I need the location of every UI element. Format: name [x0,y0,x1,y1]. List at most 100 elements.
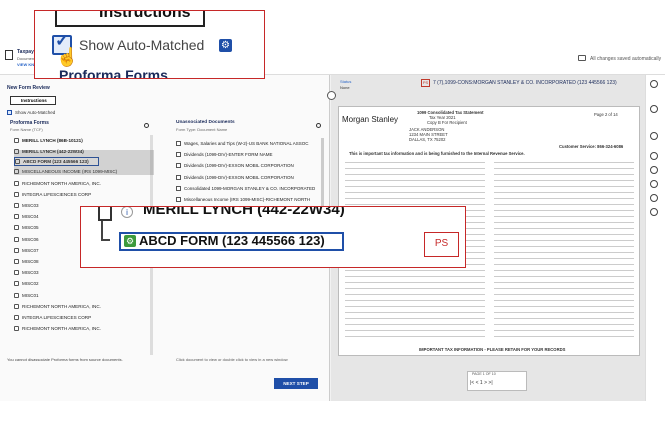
tree-item-label: MISC08 [22,258,39,264]
panel-resize-handle[interactable] [327,91,336,100]
instructions-button[interactable]: Instructions [10,96,56,105]
recipient-city: DALLAS, TX 75202 [409,137,446,142]
copy-b: Copy B For Recipient [427,120,467,125]
form-line [494,264,634,266]
tree-item[interactable]: INTEGRA LIFESCIENCES CORP [14,312,159,323]
form-line [494,276,634,278]
form-line [494,336,634,338]
proforma-footer-note: You cannot disassociate Proforma forms f… [7,357,123,362]
callout-selected-form: i MERILL LYNCH (442-22W34) ⚙ ABCD FORM (… [80,206,466,268]
form-line [494,210,634,212]
form-line [494,174,634,176]
tree-item[interactable]: RICHEMONT NORTH AMERICA, INC. [14,178,159,189]
form-line [345,186,485,188]
panel-title: New Form Review [7,85,50,91]
form-line [494,204,634,206]
list-item-label: Consolidated 1099-MORGAN STANLEY & CO. I… [184,185,316,191]
form-line [494,180,634,182]
tree-item[interactable]: INTEGRA LIFESCIENCES CORP [14,189,159,200]
rotate-icon[interactable] [650,166,658,174]
form-line [494,240,634,242]
form-icon [14,258,19,264]
form-icon [14,236,19,242]
hand-cursor-icon: ☝ [56,47,79,67]
callout-proforma-title: Proforma Forms [59,67,168,79]
callout-show-label: Show Auto-Matched [79,37,205,53]
callout-instructions-button[interactable]: Instructions [55,11,205,27]
callout-parent-label: MERILL LYNCH (442-22W34) [143,206,345,218]
tree-item[interactable]: RICHEMONT NORTH AMERICA, INC. [14,301,159,312]
show-auto-matched-checkbox[interactable] [7,110,12,115]
document-subtitle: Document [17,56,36,61]
pager-controls[interactable]: |< < 1 > >| [470,380,493,386]
customer-service: Customer Service: 866-324-6086 [559,144,624,149]
form-line [345,174,485,176]
tool-rail [645,75,665,401]
form-line [345,306,485,308]
search-icon[interactable] [144,123,149,128]
unassociated-list: Wages, Salaries and Tips (W-2)-US BANK N… [176,138,326,205]
document-icon [176,185,181,191]
form-icon [14,138,19,144]
document-icon [176,174,181,180]
form-line [494,330,634,332]
status-value: None [340,85,350,90]
form-icon [14,225,19,231]
form-line [494,258,634,260]
tree-item-label: MERILL LYNCH (86B-10121) [22,138,83,144]
download-icon[interactable] [650,194,658,202]
page-number: Page 2 of 14 [594,112,618,117]
unassociated-subtitle: Form Type: Document Name [176,127,228,132]
tree-item-label: MISC01 [22,292,39,298]
tree-item-label: MISC05 [22,225,39,231]
list-item-label: Dividends (1099-DIV)-EXXON MOBIL CORPORA… [184,163,294,169]
print-icon[interactable] [650,105,658,113]
tree-item[interactable]: MISC03 [14,267,159,278]
form-line [345,300,485,302]
list-item[interactable]: Dividends (1099-DIV)-EXXON MOBIL CORPORA… [176,172,326,183]
tree-item[interactable]: MERILL LYNCH (86B-10121) [14,135,159,146]
form-icon [14,270,19,276]
list-item[interactable]: Wages, Salaries and Tips (W-2)-US BANK N… [176,138,326,149]
unassociated-title: Unassociated Documents [176,120,235,125]
view-link[interactable]: VIEW KN [17,62,34,67]
ps-badge-large: PS [424,232,459,257]
tree-item-label: MISC04 [22,214,39,220]
form-line [345,180,485,182]
form-icon [14,191,19,197]
form-line [494,324,634,326]
expand-icon[interactable] [650,80,658,88]
form-icon [14,281,19,287]
form-line [345,336,485,338]
callout-selected-label: ABCD FORM (123 445566 123) [139,233,325,248]
tree-item[interactable]: MISC01 [14,289,159,300]
document-icon [98,207,112,221]
list-item[interactable]: Dividends (1099-DIV)-EXXON MOBIL CORPORA… [176,160,326,171]
gear-icon: ⚙ [219,39,232,52]
form-line [494,168,634,170]
form-line [345,324,485,326]
search-icon[interactable] [316,123,321,128]
list-item-label: Miscellaneous Income (IRS 1099-MISC)-RIC… [184,197,311,203]
zoom-out-icon[interactable] [650,152,658,160]
tree-item-label: RICHEMONT NORTH AMERICA, INC. [22,303,101,309]
form-line [494,270,634,272]
form-line [345,276,485,278]
next-step-button[interactable]: NEXT STEP [274,378,318,389]
tree-item-label: INTEGRA LIFESCIENCES CORP [22,314,92,320]
list-item[interactable]: Dividends (1099-DIV)-ENTER FORM NAME [176,149,326,160]
list-item[interactable]: Consolidated 1099-MORGAN STANLEY & CO. I… [176,183,326,194]
fit-icon[interactable] [650,180,658,188]
pager-label: PAGE 1 OF 10 [472,372,496,376]
settings-icon[interactable] [650,208,658,216]
form-icon [14,247,19,253]
document-icon [5,50,13,60]
list-item-label: Wages, Salaries and Tips (W-2)-US BANK N… [184,141,309,147]
list-item[interactable]: Miscellaneous Income (IRS 1099-MISC)-RIC… [176,194,326,205]
tree-item[interactable]: RICHEMONT NORTH AMERICA, INC. [14,323,159,334]
form-line [345,162,485,164]
zoom-in-icon[interactable] [650,132,658,140]
form-line [345,312,485,314]
tree-item[interactable]: MISC02 [14,278,159,289]
form-line [494,234,634,236]
